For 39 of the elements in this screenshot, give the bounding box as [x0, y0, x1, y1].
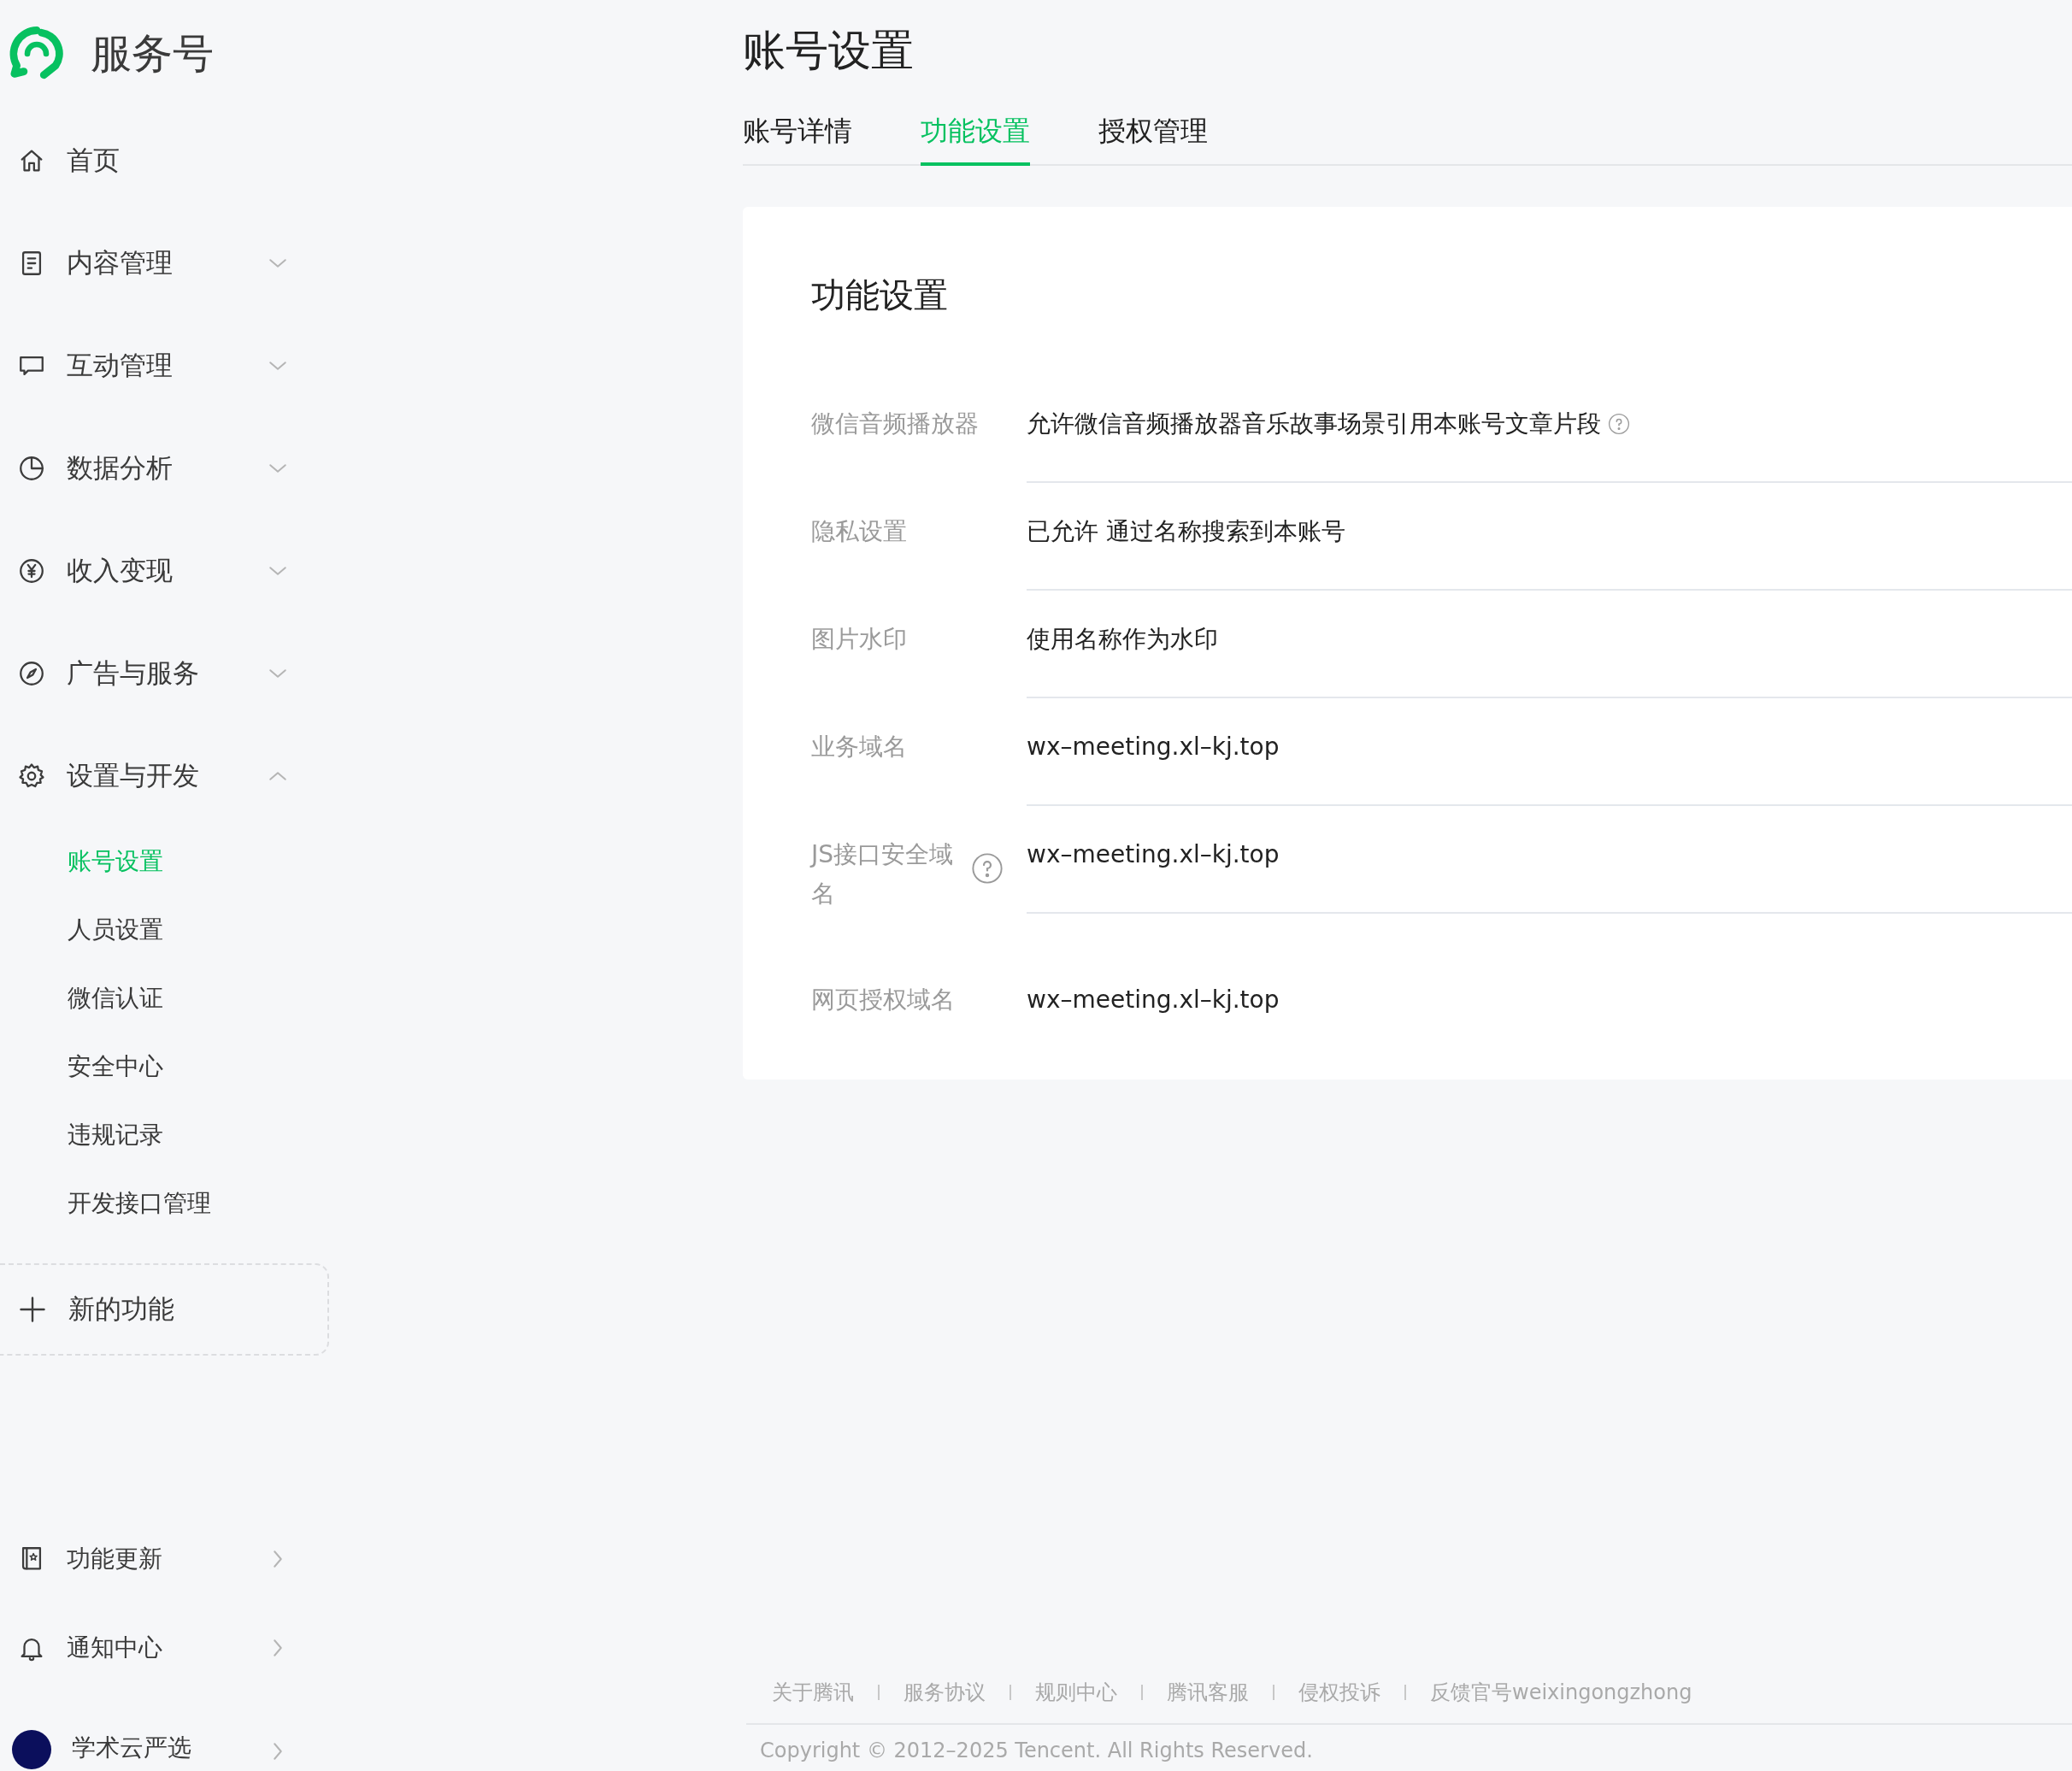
nav-item[interactable]: 互动管理 [0, 315, 291, 417]
nav-item[interactable]: 功能更新 [0, 1515, 291, 1603]
setting-value: wx–meeting.xl–kj.top [1027, 839, 1280, 870]
sub-nav-item[interactable]: 微信认证 [0, 964, 163, 1033]
new-feature-button[interactable]: 新的功能 [0, 1263, 329, 1356]
tab[interactable]: 账号详情 [743, 113, 852, 166]
nav-item[interactable]: 广告与服务 [0, 622, 291, 725]
setting-label: 图片水印 [811, 624, 908, 655]
card-title: 功能设置 [811, 274, 949, 316]
setting-value: wx–meeting.xl–kj.top [1027, 732, 1280, 762]
yen-coin-icon [17, 556, 46, 585]
nav-item[interactable]: 收入变现 [0, 520, 291, 622]
setting-value: wx–meeting.xl–kj.top [1027, 985, 1280, 1015]
compass-icon [17, 659, 46, 688]
setting-value: 已允许 通过名称搜索到本账号 [1027, 516, 1345, 547]
setting-value: 使用名称作为水印 [1027, 624, 1218, 655]
setting-value: 允许微信音频播放器音乐故事场景引用本账号文章片段 [1027, 409, 1601, 439]
nav-item[interactable]: 数据分析 [0, 417, 291, 520]
setting-label: JS接口安全域名 [811, 839, 955, 909]
nav-item[interactable]: 学术云严选 [0, 1692, 291, 1771]
copyright-text: Copyright © 2012–2025 Tencent. All Rights Reserved. [759, 1738, 1314, 1762]
sub-nav-item[interactable]: 人员设置 [0, 896, 163, 964]
nav-item[interactable]: 设置与开发 [0, 725, 291, 827]
setting-label: 微信音频播放器 [811, 409, 980, 439]
plus-icon [17, 1294, 48, 1325]
tab[interactable]: 授权管理 [1098, 113, 1208, 166]
nav-item[interactable]: 内容管理 [0, 212, 291, 315]
page-title: 账号设置 [743, 25, 915, 77]
sub-nav-item[interactable]: 安全中心 [0, 1033, 163, 1101]
avatar-icon [12, 1730, 51, 1769]
setting-label: 网页授权域名 [811, 985, 956, 1015]
nav-item[interactable]: 通知中心 [0, 1603, 291, 1692]
sub-nav-item[interactable]: 违规记录 [0, 1101, 163, 1169]
setting-label: 隐私设置 [811, 516, 908, 547]
nav-item[interactable]: 首页 [0, 109, 291, 212]
sub-nav-item[interactable]: 开发接口管理 [0, 1169, 211, 1238]
app-name: 服务号 [91, 28, 214, 79]
pie-chart-icon [17, 454, 46, 483]
setting-label: 业务域名 [811, 732, 908, 762]
